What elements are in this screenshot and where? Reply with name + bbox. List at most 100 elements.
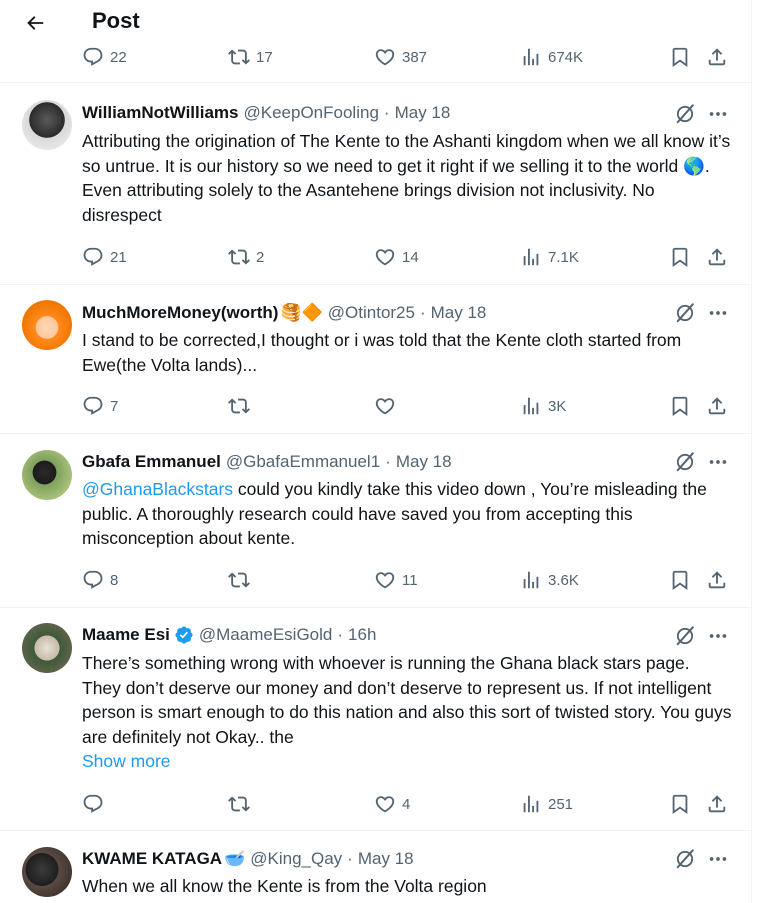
reply-button[interactable]: 22 <box>82 45 127 69</box>
heart-icon <box>374 793 396 815</box>
like-button[interactable] <box>374 394 396 418</box>
bookmark-button[interactable] <box>669 792 691 816</box>
user-handle[interactable]: @GbafaEmmanuel1 <box>226 452 380 472</box>
reply-button[interactable] <box>82 792 104 816</box>
heart-icon <box>374 395 396 417</box>
repost-button[interactable] <box>228 792 250 816</box>
reply-icon <box>82 395 104 417</box>
views-button[interactable]: 251 <box>520 792 573 816</box>
bookmark-icon <box>669 793 691 815</box>
bookmark-button[interactable] <box>669 45 691 69</box>
reply-icon <box>82 793 104 815</box>
user-handle[interactable]: @MaameEsiGold <box>199 625 332 645</box>
views-button[interactable]: 7.1K <box>520 245 579 269</box>
more-options-icon[interactable] <box>707 625 729 647</box>
display-name[interactable]: Gbafa Emmanuel <box>82 452 221 472</box>
like-count: 4 <box>402 795 411 813</box>
reply-tweet[interactable]: MuchMoreMoney(worth) 🥞🔶 @Otintor25 · May… <box>0 285 751 433</box>
views-button[interactable]: 3K <box>520 394 566 418</box>
verified-badge-icon <box>175 626 193 644</box>
repost-count: 2 <box>256 248 265 266</box>
share-button[interactable] <box>706 45 728 69</box>
action-bar: 8 11 3.6K <box>82 568 732 592</box>
timestamp[interactable]: May 18 <box>358 849 414 869</box>
grok-icon[interactable] <box>674 451 696 473</box>
grok-icon[interactable] <box>674 103 696 125</box>
post-header: Post <box>0 0 751 45</box>
user-handle[interactable]: @Otintor25 <box>328 303 415 323</box>
separator-dot: · <box>385 452 391 471</box>
like-button[interactable]: 11 <box>374 568 418 592</box>
bar-chart-icon <box>520 569 542 591</box>
action-bar: 7 3K <box>82 394 732 418</box>
more-options-icon[interactable] <box>707 451 729 473</box>
reply-button[interactable]: 7 <box>82 394 118 418</box>
user-handle[interactable]: @King_Qay <box>250 849 342 869</box>
show-more-link[interactable]: Show more <box>82 749 732 774</box>
repost-button[interactable] <box>228 568 250 592</box>
mention-link[interactable]: @GhanaBlackstars <box>82 479 233 499</box>
tweet-text-body: There’s something wrong with whoever is … <box>82 653 732 747</box>
more-options-icon[interactable] <box>707 103 729 125</box>
tweet-text: I stand to be corrected,I thought or i w… <box>82 330 682 375</box>
display-name[interactable]: WilliamNotWilliams <box>82 103 239 123</box>
reply-count: 7 <box>110 397 119 415</box>
reply-icon <box>82 46 104 68</box>
avatar[interactable] <box>22 100 72 150</box>
repost-icon <box>228 569 250 591</box>
display-name[interactable]: MuchMoreMoney(worth) <box>82 303 278 323</box>
share-button[interactable] <box>706 792 728 816</box>
tweet-text: There’s something wrong with whoever is … <box>82 651 732 774</box>
bar-chart-icon <box>520 793 542 815</box>
bookmark-icon <box>669 395 691 417</box>
bookmark-button[interactable] <box>669 394 691 418</box>
reply-tweet[interactable]: WilliamNotWilliams @KeepOnFooling · May … <box>0 82 751 284</box>
timestamp[interactable]: May 18 <box>396 452 452 472</box>
bookmark-button[interactable] <box>669 245 691 269</box>
reply-tweet[interactable]: Gbafa Emmanuel @GbafaEmmanuel1 · May 18 … <box>0 434 751 607</box>
timestamp[interactable]: May 18 <box>431 303 487 323</box>
heart-icon <box>374 46 396 68</box>
name-emoji: 🥞🔶 <box>280 303 323 322</box>
grok-icon[interactable] <box>674 302 696 324</box>
reply-button[interactable]: 21 <box>82 245 127 269</box>
avatar[interactable] <box>22 623 72 673</box>
share-icon <box>706 395 728 417</box>
previous-post-actions: 22 17 387 674K <box>0 45 751 83</box>
repost-icon <box>228 793 250 815</box>
repost-button[interactable]: 17 <box>228 45 273 69</box>
back-button[interactable] <box>18 6 52 40</box>
avatar[interactable] <box>22 847 72 897</box>
display-name[interactable]: KWAME KATAGA <box>82 849 222 869</box>
avatar[interactable] <box>22 300 72 350</box>
bookmark-icon <box>669 246 691 268</box>
repost-button[interactable]: 2 <box>228 245 264 269</box>
heart-icon <box>374 246 396 268</box>
more-options-icon[interactable] <box>707 302 729 324</box>
share-button[interactable] <box>706 394 728 418</box>
like-button[interactable]: 14 <box>374 245 419 269</box>
share-button[interactable] <box>706 245 728 269</box>
timestamp[interactable]: 16h <box>348 625 376 645</box>
views-button[interactable]: 674K <box>520 45 583 69</box>
views-button[interactable]: 3.6K <box>520 568 579 592</box>
reply-tweet[interactable]: Maame Esi @MaameEsiGold · 16h There’s so… <box>0 608 751 830</box>
grok-icon[interactable] <box>674 625 696 647</box>
reply-count: 8 <box>110 571 119 589</box>
like-button[interactable]: 387 <box>374 45 427 69</box>
tweet-header: Gbafa Emmanuel @GbafaEmmanuel1 · May 18 <box>82 451 691 473</box>
share-button[interactable] <box>706 568 728 592</box>
bar-chart-icon <box>520 246 542 268</box>
grok-icon[interactable] <box>674 848 696 870</box>
user-handle[interactable]: @KeepOnFooling <box>244 103 379 123</box>
avatar[interactable] <box>22 450 72 500</box>
more-options-icon[interactable] <box>707 848 729 870</box>
reply-button[interactable]: 8 <box>82 568 118 592</box>
timestamp[interactable]: May 18 <box>395 103 451 123</box>
like-button[interactable]: 4 <box>374 792 410 816</box>
display-name[interactable]: Maame Esi <box>82 625 170 645</box>
repost-button[interactable] <box>228 394 250 418</box>
reply-tweet[interactable]: KWAME KATAGA 🥣 @King_Qay · May 18 When w… <box>0 831 751 903</box>
repost-icon <box>228 246 250 268</box>
bookmark-button[interactable] <box>669 568 691 592</box>
